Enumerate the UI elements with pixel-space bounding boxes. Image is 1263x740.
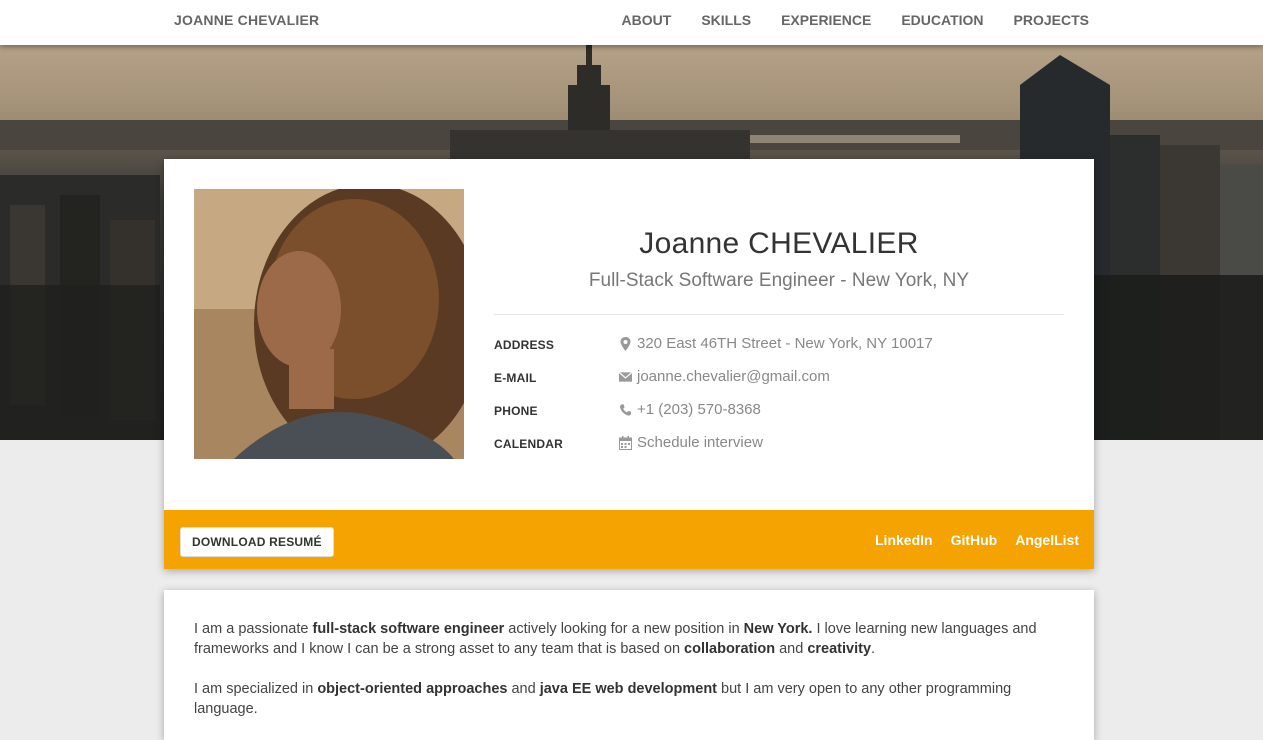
- info-value-address: 320 East 46TH Street - New York, NY 1001…: [619, 335, 933, 352]
- calendar-icon: [619, 435, 632, 450]
- nav-links: ABOUT SKILLS EXPERIENCE EDUCATION PROJEC…: [592, 0, 1089, 40]
- envelope-icon: [619, 371, 632, 382]
- map-marker-icon: [620, 336, 631, 351]
- profile-name: Joanne CHEVALIER: [639, 227, 919, 260]
- info-row-phone: PHONE +1 (203) 570-8368: [494, 401, 1064, 426]
- info-label-phone: PHONE: [494, 404, 538, 418]
- about-paragraph-1: I am a passionate full-stack software en…: [194, 621, 1037, 657]
- profile-card: Joanne CHEVALIER Full-Stack Software Eng…: [164, 159, 1094, 569]
- info-label-email: E-MAIL: [494, 371, 537, 385]
- profile-card-footer: DOWNLOAD RESUMÉ LinkedIn GitHub AngelLis…: [164, 510, 1094, 569]
- social-links: LinkedIn GitHub AngelList: [857, 510, 1079, 569]
- phone-icon: [619, 403, 632, 416]
- nav-link-education[interactable]: EDUCATION: [901, 12, 983, 28]
- info-label-address: ADDRESS: [494, 338, 555, 352]
- github-link[interactable]: GitHub: [951, 532, 998, 548]
- nav-link-experience[interactable]: EXPERIENCE: [781, 12, 871, 28]
- brand-name[interactable]: JOANNE CHEVALIER: [174, 0, 319, 40]
- profile-title: Full-Stack Software Engineer - New York,…: [588, 270, 970, 291]
- info-value-email[interactable]: joanne.chevalier@gmail.com: [619, 368, 830, 385]
- profile-divider: [494, 314, 1064, 315]
- about-paragraph-2: I am specialized in object-oriented appr…: [194, 681, 1012, 717]
- info-value-phone[interactable]: +1 (203) 570-8368: [619, 401, 761, 418]
- about-card: I am a passionate full-stack software en…: [164, 590, 1094, 740]
- nav-link-about[interactable]: ABOUT: [622, 12, 672, 28]
- info-label-calendar: CALENDAR: [494, 437, 563, 451]
- info-value-calendar[interactable]: Schedule interview: [619, 434, 763, 451]
- profile-photo: [194, 189, 464, 459]
- download-resume-button[interactable]: DOWNLOAD RESUMÉ: [180, 527, 334, 557]
- top-navbar: JOANNE CHEVALIER ABOUT SKILLS EXPERIENCE…: [0, 0, 1263, 45]
- info-row-address: ADDRESS 320 East 46TH Street - New York,…: [494, 335, 1064, 360]
- nav-link-skills[interactable]: SKILLS: [701, 12, 751, 28]
- nav-link-projects[interactable]: PROJECTS: [1014, 12, 1089, 28]
- linkedin-link[interactable]: LinkedIn: [875, 532, 933, 548]
- info-row-calendar: CALENDAR Schedule interview: [494, 434, 1064, 459]
- angellist-link[interactable]: AngelList: [1015, 532, 1079, 548]
- info-row-email: E-MAIL joanne.chevalier@gmail.com: [494, 368, 1064, 393]
